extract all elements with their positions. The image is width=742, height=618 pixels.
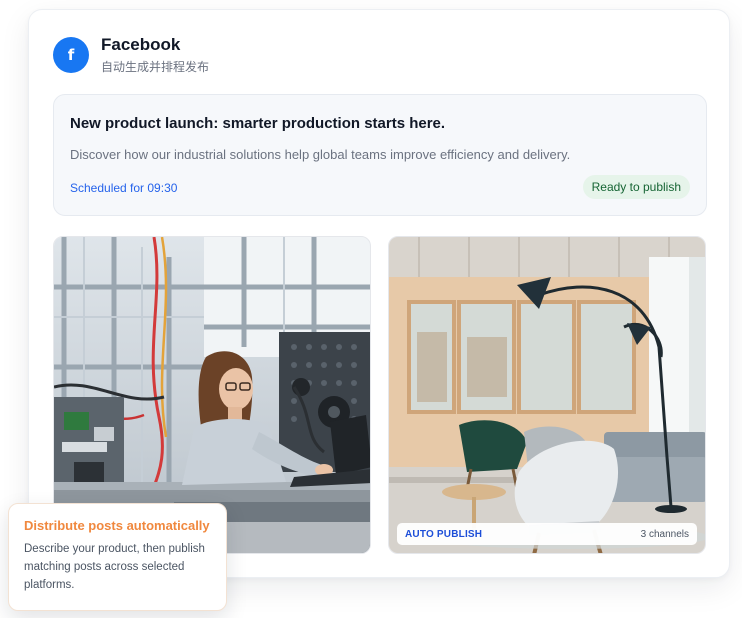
office-lounge-illustration xyxy=(389,237,705,553)
office-lounge-image[interactable]: AUTO PUBLISH 3 channels xyxy=(388,236,706,554)
post-title: New product launch: smarter production s… xyxy=(70,115,446,132)
status-badge: Ready to publish xyxy=(582,175,690,199)
facebook-icon: f xyxy=(53,37,89,73)
schedule-time: Scheduled for 09:30 xyxy=(70,181,178,195)
auto-publish-label: AUTO PUBLISH xyxy=(405,528,483,540)
post-description: Discover how our industrial solutions he… xyxy=(70,147,571,162)
platform-name: Facebook xyxy=(101,35,181,54)
platform-subtitle: 自动生成并排程发布 xyxy=(101,60,210,74)
tooltip-title: Distribute posts automatically xyxy=(24,518,210,533)
publish-info-bar: AUTO PUBLISH 3 channels xyxy=(397,523,697,545)
post-preview-card: f Facebook 自动生成并排程发布 New product launch:… xyxy=(28,9,730,578)
tooltip-body: Describe your product, then publish matc… xyxy=(24,543,205,591)
post-content-box[interactable]: New product launch: smarter production s… xyxy=(53,94,707,216)
platform-header: f Facebook 自动生成并排程发布 xyxy=(53,35,209,75)
feature-tooltip: Distribute posts automatically Describe … xyxy=(8,503,227,611)
channel-count: 3 channels xyxy=(640,528,689,540)
